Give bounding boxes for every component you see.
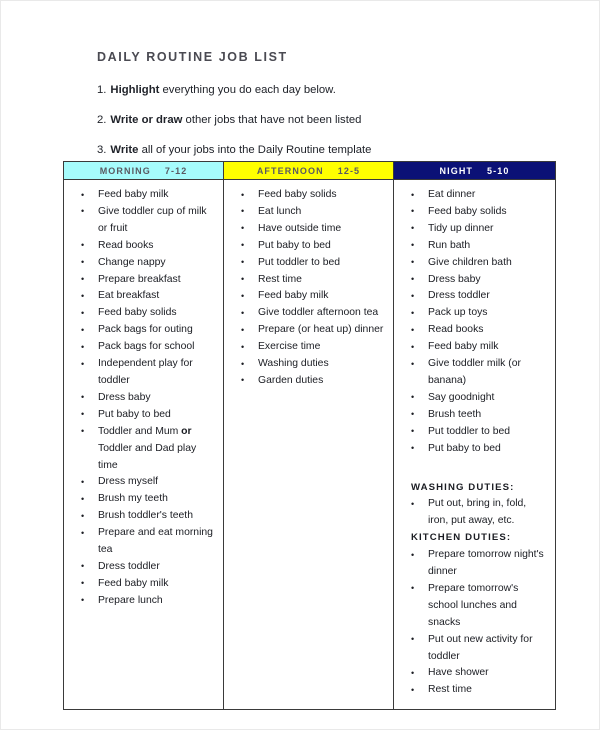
instruction-rest: everything you do each day below. <box>159 84 336 96</box>
column-header-night-label: NIGHT <box>439 165 474 176</box>
table-header-row: MORNING 7-12 AFTERNOON 12-5 NIGHT 5-10 <box>63 161 556 180</box>
job-list-item[interactable]: Run bath <box>400 237 549 255</box>
job-list-item[interactable]: Independent play for toddler <box>70 356 217 390</box>
job-list-item[interactable]: Prepare lunch <box>70 592 217 610</box>
job-list-morning: Feed baby milkGive toddler cup of milk o… <box>70 187 217 610</box>
column-header-morning-label: MORNING <box>99 165 151 176</box>
column-header-afternoon-label: AFTERNOON <box>256 165 324 176</box>
instruction-item: 3. Write all of your jobs into the Daily … <box>97 143 517 157</box>
job-list-item[interactable]: Brush teeth <box>400 406 549 424</box>
job-list-item[interactable]: Washing duties <box>230 356 387 373</box>
job-list-item[interactable]: Prepare tomorrow's school lunches and sn… <box>400 580 549 632</box>
job-list-item[interactable]: Give toddler afternoon tea <box>230 305 387 322</box>
job-list-item[interactable]: Prepare breakfast <box>70 271 217 289</box>
job-list-item[interactable]: Feed baby solids <box>70 305 217 322</box>
job-list-item[interactable]: Prepare (or heat up) dinner <box>230 322 387 339</box>
job-list-item[interactable]: Feed baby milk <box>230 288 387 305</box>
table-row: Feed baby milkGive toddler cup of milk o… <box>63 178 556 711</box>
job-list-item[interactable]: Dress baby <box>400 271 549 289</box>
job-list-item[interactable]: Exercise time <box>230 339 387 356</box>
column-header-morning-range: 7-12 <box>164 165 188 176</box>
job-list-item[interactable]: Feed baby milk <box>70 575 217 593</box>
column-header-afternoon: AFTERNOON 12-5 <box>223 161 394 180</box>
job-list-item[interactable]: Have outside time <box>230 220 387 238</box>
job-list-item[interactable]: Say goodnight <box>400 389 549 407</box>
section-heading: WASHING DUTIES: <box>411 481 515 493</box>
job-list-night: Eat dinnerFeed baby solidsTidy up dinner… <box>400 187 549 458</box>
job-list-item[interactable]: Rest time <box>400 682 549 699</box>
daily-routine-table: MORNING 7-12 AFTERNOON 12-5 NIGHT 5-10 Feed… <box>63 161 556 711</box>
job-list-item[interactable]: Pack up toys <box>400 305 549 322</box>
table-body: Feed baby milkGive toddler cup of milk o… <box>63 178 556 711</box>
job-list-item[interactable]: Pack bags for outing <box>70 322 217 339</box>
job-list-item[interactable]: Eat dinner <box>400 187 549 204</box>
job-list-item[interactable]: Prepare tomorrow night's dinner <box>400 547 549 581</box>
instruction-number: 3. <box>97 144 107 156</box>
job-list-item[interactable]: Put baby to bed <box>230 237 387 255</box>
job-list-item[interactable]: Put toddler to bed <box>400 423 549 441</box>
job-list-item[interactable]: Dress baby <box>70 389 217 407</box>
job-list-item[interactable]: Feed baby solids <box>400 203 549 221</box>
column-header-morning: MORNING 7-12 <box>63 161 224 180</box>
job-list-item[interactable]: Give children bath <box>400 254 549 272</box>
instructions-list: 1. Highlight everything you do each day b… <box>97 83 517 173</box>
job-list-item[interactable]: Put out new activity for toddler <box>400 631 549 666</box>
job-list-item[interactable]: Tidy up dinner <box>400 220 549 238</box>
column-header-afternoon-range: 12-5 <box>337 165 361 176</box>
emphasis-or: or <box>181 425 192 437</box>
job-list-item[interactable]: Have shower <box>400 665 549 682</box>
job-list-afternoon: Feed baby solidsEat lunchHave outside ti… <box>230 187 387 390</box>
night-extra-sections: WASHING DUTIES: Put out, bring in, fold, … <box>400 480 549 700</box>
cell-night: Eat dinnerFeed baby solidsTidy up dinner… <box>393 178 556 711</box>
column-header-night-range: 5-10 <box>487 165 510 176</box>
job-list-item[interactable]: Feed baby milk <box>70 187 217 204</box>
job-list-kitchen: Prepare tomorrow night's dinnerPrepare t… <box>400 547 549 699</box>
job-list-item[interactable]: Change nappy <box>70 254 217 272</box>
job-list-item[interactable]: Put toddler to bed <box>230 254 387 272</box>
column-header-night: NIGHT 5-10 <box>393 161 556 180</box>
instruction-number: 1. <box>97 84 107 96</box>
instruction-lead: Write <box>110 144 139 156</box>
job-list-item[interactable]: Dress toddler <box>70 558 217 576</box>
job-list-item[interactable]: Feed baby solids <box>230 187 387 204</box>
job-list-item[interactable]: Give toddler milk (or banana) <box>400 356 549 390</box>
job-list-item[interactable]: Eat lunch <box>230 203 387 221</box>
instruction-number: 2. <box>97 114 107 126</box>
instruction-item: 2. Write or draw other jobs that have not… <box>97 113 517 127</box>
job-list-item[interactable]: Prepare and eat morning tea <box>70 525 217 559</box>
job-list-item[interactable]: Dress toddler <box>400 288 549 305</box>
section-heading: KITCHEN DUTIES: <box>411 532 512 544</box>
job-list-item[interactable]: Pack bags for school <box>70 339 217 356</box>
job-list-item[interactable]: Garden duties <box>230 372 387 390</box>
job-list-item[interactable]: Toddler and Mum or Toddler and Dad play … <box>70 423 217 475</box>
job-list-item[interactable]: Rest time <box>230 271 387 289</box>
job-list-item[interactable]: Read books <box>70 237 217 255</box>
instruction-lead: Highlight <box>110 84 160 96</box>
job-list-item[interactable]: Brush my teeth <box>70 491 217 508</box>
instruction-item: 1. Highlight everything you do each day b… <box>97 83 517 97</box>
cell-afternoon: Feed baby solidsEat lunchHave outside ti… <box>223 178 394 711</box>
instruction-rest: other jobs that have not been listed <box>182 114 362 126</box>
job-list-item[interactable]: Put out, bring in, fold, iron, put away,… <box>400 496 549 530</box>
job-list-item[interactable]: Dress myself <box>70 474 217 491</box>
job-list-item[interactable]: Feed baby milk <box>400 339 549 356</box>
page-title: DAILY ROUTINE JOB LIST <box>97 50 288 64</box>
job-list-item[interactable]: Eat breakfast <box>70 288 217 305</box>
job-list-item[interactable]: Brush toddler's teeth <box>70 508 217 525</box>
job-list-item[interactable]: Give toddler cup of milk or fruit <box>70 203 217 238</box>
cell-morning: Feed baby milkGive toddler cup of milk o… <box>63 178 224 711</box>
job-list-washing: Put out, bring in, fold, iron, put away,… <box>400 496 549 530</box>
job-list-item[interactable]: Read books <box>400 322 549 339</box>
instruction-lead: Write or draw <box>110 114 183 126</box>
job-list-item[interactable]: Put baby to bed <box>70 406 217 424</box>
job-list-item[interactable]: Put baby to bed <box>400 440 549 458</box>
document-page: DAILY ROUTINE JOB LIST 1. Highlight every… <box>0 0 600 730</box>
instruction-rest: all of your jobs into the Daily Routine … <box>138 144 372 156</box>
